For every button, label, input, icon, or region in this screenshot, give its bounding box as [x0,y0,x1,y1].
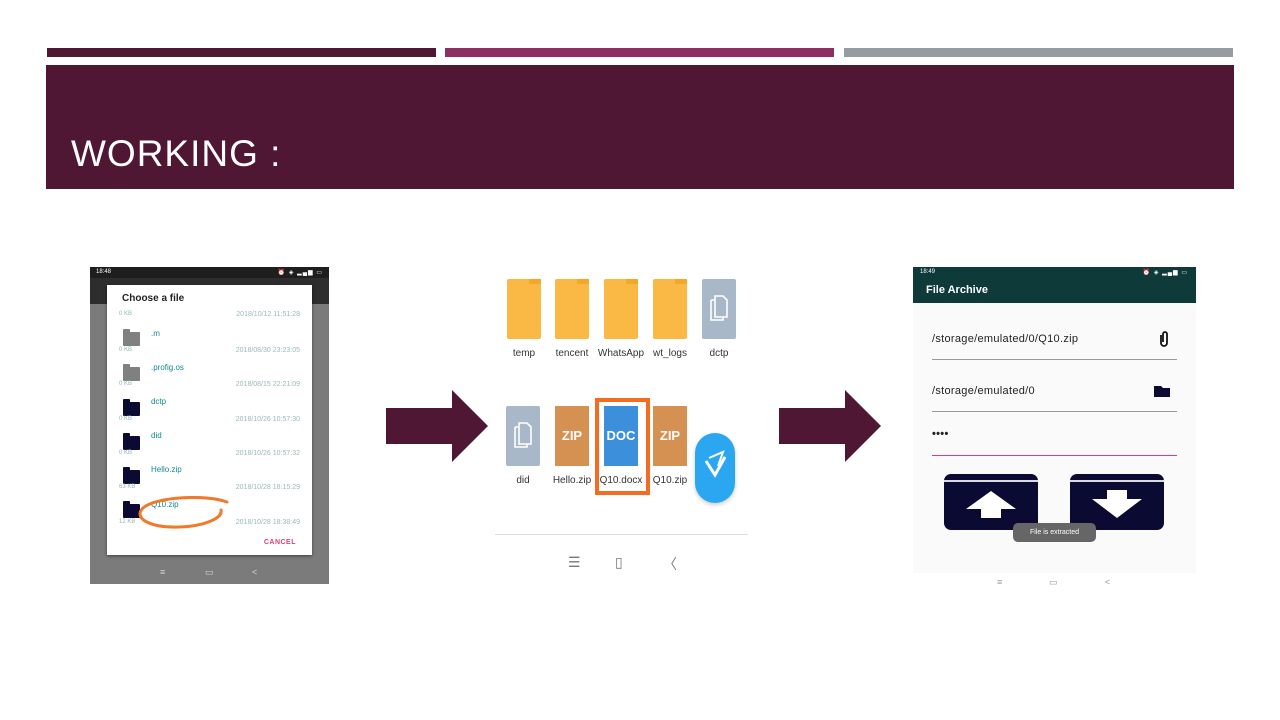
password-field[interactable]: •••• [932,426,1177,456]
title-band: WORKING : [46,65,1234,189]
file-archive-screenshot: 18:49 ⏰ ◈ ▂▄▆ ▭ File Archive /storage/em… [913,267,1196,594]
attach-icon[interactable] [1155,330,1173,348]
file-size: 0 KB [119,416,133,422]
password-value: •••• [932,428,949,440]
file-name: dctp [151,397,167,406]
menu-icon[interactable]: ≡ [160,567,165,577]
gray-folder-icon [123,364,140,381]
status-time: 18:48 [96,269,112,275]
list-item[interactable]: Hello.zip 63 KB 2018/10/28 18:15:29 [107,465,312,499]
list-item[interactable]: did 0 KB 2018/10/26 10:57:32 [107,431,312,465]
zip-file-icon: ZIP [653,406,687,466]
file-date: 2018/10/28 18:38:49 [235,519,300,526]
check-icon [704,450,727,478]
accent-stripe-1 [47,48,436,57]
app-bar: File Archive [913,277,1196,303]
document-icon [702,279,736,339]
status-bar: 18:48 ⏰ ◈ ▂▄▆ ▭ [90,267,329,278]
down-arrow-icon [1092,490,1142,518]
divider [495,534,748,535]
accent-stripe-2 [445,48,834,57]
file-date: 2018/10/12 11:51:28 [236,311,300,318]
file-chooser-screenshot: 18:48 ⏰ ◈ ▂▄▆ ▭ Choose a file 0 KB 2018/… [90,267,329,584]
file-size: 0 KB [119,450,133,456]
file-size: 0 KB [119,311,133,317]
list-item[interactable]: .profig.os 0 KB 2018/08/15 22:21:09 [107,363,312,397]
file-date: 2018/10/26 10:57:32 [235,450,300,457]
source-path-field[interactable]: /storage/emulated/0/Q10.zip [932,330,1177,360]
home-icon[interactable]: ▯ [615,554,623,571]
zip-file-icon: ZIP [555,406,589,466]
folder-icon [555,279,589,339]
document-icon [506,406,540,466]
accent-stripe-3 [844,48,1233,57]
menu-icon[interactable]: ≡ [997,577,1002,587]
right-arrow-icon [386,390,488,462]
list-item[interactable]: dctp 0 KB 2018/10/26 10:57:30 [107,397,312,431]
folder-icon [653,279,687,339]
file-size: 0 KB [119,347,133,353]
compress-button[interactable] [944,474,1038,530]
grid-item-label: dctp [709,348,729,359]
slide: WORKING : 18:48 ⏰ ◈ ▂▄▆ ▭ Choose a file … [0,0,1280,720]
file-size: 63 KB [119,484,136,490]
file-date: 2018/08/15 22:21:09 [235,381,300,388]
home-icon[interactable]: ▭ [205,567,214,578]
dark-folder-icon [123,399,140,416]
home-icon[interactable]: ▭ [1049,577,1058,588]
file-name: did [151,431,162,440]
dark-folder-icon [123,433,140,450]
file-size: 12 KB [119,519,136,525]
list-item[interactable]: 0 KB 2018/10/12 11:51:28 [107,287,312,321]
folder-icon [604,279,638,339]
main-content: /storage/emulated/0/Q10.zip /storage/emu… [913,303,1196,573]
selection-highlight [595,398,650,495]
back-icon[interactable]: < [1105,577,1110,587]
app-title: File Archive [926,284,988,296]
file-date: 2018/10/28 18:15:29 [235,484,300,491]
right-arrow-icon [779,390,881,462]
menu-icon[interactable]: ☰ [568,554,581,571]
highlight-circle-annotation [138,496,229,529]
extract-button[interactable] [1070,474,1164,530]
gray-folder-icon [123,329,140,346]
file-grid-screenshot: temp tencent WhatsApp wt_logs dctp did Z… [495,266,748,584]
slide-title: WORKING : [71,133,282,174]
list-item[interactable]: .m 0 KB 2018/08/30 23:23:05 [107,329,312,363]
file-date: 2018/08/30 23:23:05 [235,347,300,354]
file-size: 0 KB [119,381,133,387]
status-icons: ⏰ ◈ ▂▄▆ ▭ [1142,270,1188,276]
action-button[interactable] [695,433,735,503]
up-arrow-icon [966,491,1016,518]
file-name: .m [151,329,160,338]
status-icons: ⏰ ◈ ▂▄▆ ▭ [277,270,323,276]
destination-path-value: /storage/emulated/0 [932,385,1035,397]
file-name: Hello.zip [151,465,182,474]
source-path-value: /storage/emulated/0/Q10.zip [932,333,1079,345]
nav-bar: ≡ ▭ < [90,562,329,584]
file-date: 2018/10/26 10:57:30 [235,416,300,423]
nav-bar: ≡ ▭ < [913,573,1196,594]
status-time: 18:49 [920,269,936,275]
folder-icon[interactable] [1149,382,1175,400]
folder-icon [507,279,541,339]
back-icon[interactable]: 〈 [663,554,677,574]
dark-file-icon [123,467,140,484]
status-bar: 18:49 ⏰ ◈ ▂▄▆ ▭ [913,267,1196,277]
toast-message: File is extracted [1013,523,1096,542]
cancel-button[interactable]: CANCEL [264,539,296,546]
file-name: .profig.os [151,363,184,372]
back-icon[interactable]: < [252,567,257,577]
destination-path-field[interactable]: /storage/emulated/0 [932,382,1177,412]
